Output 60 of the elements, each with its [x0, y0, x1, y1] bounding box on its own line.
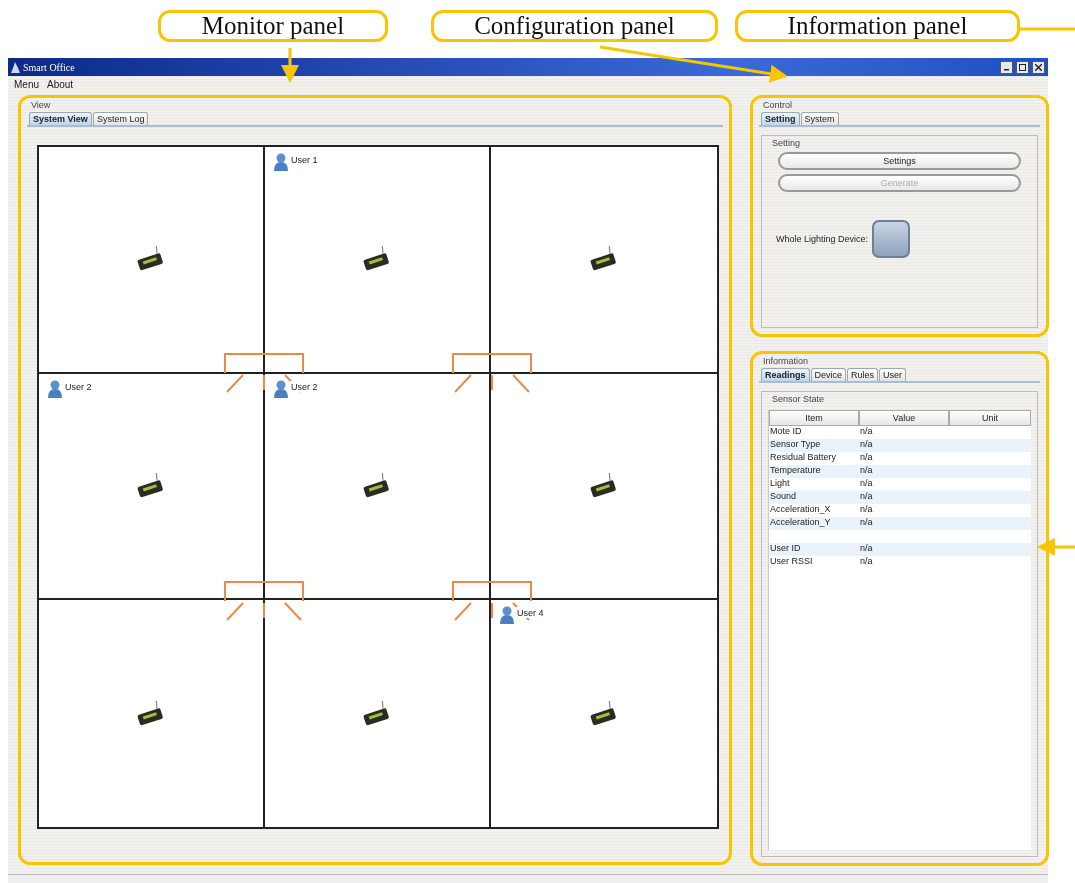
table-cell-text: n/a — [859, 465, 874, 477]
table-cell-text: n/a — [859, 504, 874, 516]
callout-label: Monitor panel — [158, 10, 388, 42]
tab[interactable]: Setting — [761, 112, 800, 125]
close-icon — [1035, 63, 1042, 71]
table-cell-text: n/a — [859, 517, 874, 529]
user-label: User 2 — [290, 380, 319, 392]
table-cell-text: n/a — [859, 478, 874, 490]
window-title: Smart Office — [23, 61, 76, 73]
group-title: Sensor State — [772, 394, 825, 404]
tab[interactable]: Readings — [761, 368, 810, 381]
tab[interactable]: Device — [810, 368, 847, 381]
tab[interactable]: User — [879, 368, 907, 381]
column-header[interactable]: Value — [859, 410, 949, 426]
table-cell-text: Temperature — [769, 465, 822, 477]
table-cell-text: n/a — [859, 452, 874, 464]
maximize-button[interactable] — [1016, 60, 1029, 74]
group-title: Setting — [772, 138, 801, 148]
user-icon — [273, 153, 289, 171]
table-cell-text: User RSSI — [769, 556, 814, 568]
table-cell-text: User ID — [769, 543, 802, 555]
menu-item[interactable]: About — [47, 79, 74, 90]
table-cell-text: Residual Battery — [769, 452, 838, 464]
callout-arrow — [281, 48, 299, 83]
minimize-button[interactable] — [1000, 60, 1013, 74]
table-cell-text: Acceleration_X — [769, 504, 832, 516]
callout-label: Information panel — [735, 10, 1020, 42]
table-cell-text: n/a — [859, 439, 874, 451]
table-cell-text: n/a — [859, 556, 874, 568]
column-header[interactable]: Unit — [949, 410, 1031, 426]
table-cell-text: Light — [769, 478, 791, 490]
table-cell-text: Acceleration_Y — [769, 517, 832, 529]
app-icon — [11, 61, 20, 73]
table-cell-text: n/a — [859, 426, 874, 438]
table-cell-text: n/a — [859, 491, 874, 503]
action-button[interactable]: Settings — [778, 152, 1021, 170]
maximize-icon — [1019, 63, 1026, 71]
close-button[interactable] — [1032, 60, 1045, 74]
user-icon — [273, 379, 289, 398]
user-label: User 1 — [290, 154, 319, 165]
tab[interactable]: Rules — [847, 368, 879, 381]
tab[interactable]: System View — [29, 112, 92, 125]
callout-label: Configuration panel — [431, 10, 718, 42]
table-cell-text: Sensor Type — [769, 439, 822, 451]
user-label: User 4 — [516, 607, 545, 619]
lighting-toggle-button[interactable] — [872, 220, 911, 258]
toggle-label: Whole Lighting Device: — [776, 234, 869, 244]
group-title: View — [31, 100, 51, 110]
group-title: Control — [763, 100, 792, 110]
table-cell-text: Sound — [769, 491, 798, 503]
tab[interactable]: System Log — [92, 112, 149, 125]
menu-item[interactable]: Menu — [14, 79, 39, 90]
callout-line — [1017, 27, 1075, 31]
tab[interactable]: System — [800, 112, 839, 125]
table-cell-text: Mote ID — [769, 426, 803, 438]
user-icon — [499, 606, 515, 625]
group-title: Information — [763, 356, 809, 366]
table-cell-text: n/a — [859, 543, 874, 555]
user-icon — [47, 379, 63, 398]
column-header[interactable]: Item — [769, 410, 859, 426]
